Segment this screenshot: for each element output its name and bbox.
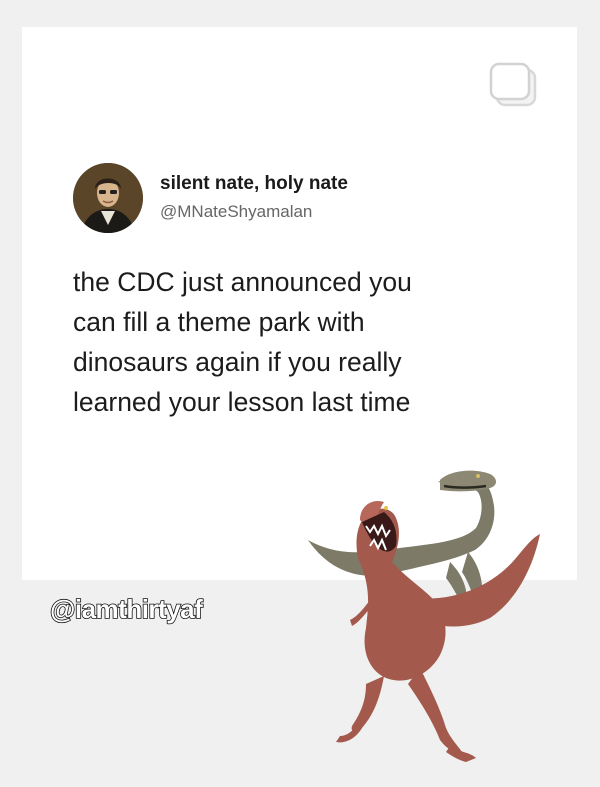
author-handle[interactable]: @MNateShyamalan — [160, 202, 312, 222]
tweet-line: learned your lesson last time — [73, 387, 411, 417]
tweet-line: dinosaurs again if you really — [73, 347, 402, 377]
tweet-line: can fill a theme park with — [73, 307, 365, 337]
author-name[interactable]: silent nate, holy nate — [160, 173, 348, 195]
avatar-portrait-icon — [73, 163, 143, 233]
tweet-line: the CDC just announced you — [73, 267, 412, 297]
watermark: @iamthirtyaf — [49, 593, 203, 625]
avatar[interactable] — [73, 163, 143, 233]
copy-icon[interactable] — [488, 61, 540, 109]
velociraptors-illustration-icon — [308, 470, 540, 762]
red-raptor-icon — [336, 500, 540, 762]
tweet-text: the CDC just announced you can fill a th… — [73, 262, 533, 422]
post-screenshot: silent nate, holy nate @MNateShyamalan t… — [0, 0, 600, 787]
